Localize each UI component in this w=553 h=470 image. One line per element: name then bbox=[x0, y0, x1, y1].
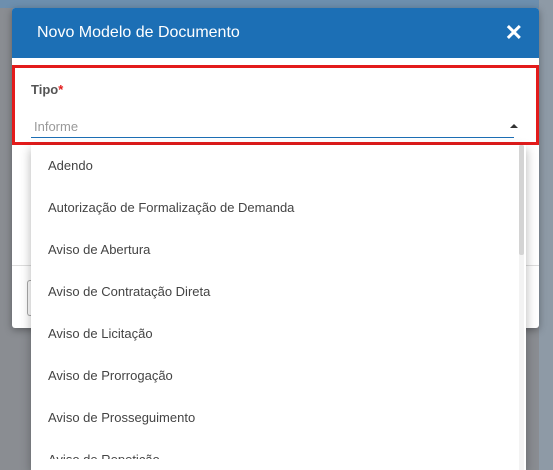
dropdown-option-aviso-licitacao[interactable]: Aviso de Licitação bbox=[31, 313, 526, 355]
tipo-field-label: Tipo* bbox=[31, 82, 63, 97]
tipo-label-text: Tipo bbox=[31, 82, 59, 97]
tipo-dropdown-list: Adendo Autorização de Formalização de De… bbox=[31, 145, 526, 470]
dropdown-option-aviso-contratacao-direta[interactable]: Aviso de Contratação Direta bbox=[31, 271, 526, 313]
caret-up-icon[interactable] bbox=[510, 124, 518, 128]
dropdown-scrollbar-thumb[interactable] bbox=[519, 145, 524, 255]
dropdown-option-aviso-prosseguimento[interactable]: Aviso de Prosseguimento bbox=[31, 397, 526, 439]
required-marker: * bbox=[58, 82, 64, 97]
dropdown-option-adendo[interactable]: Adendo bbox=[31, 145, 526, 187]
background-right-strip bbox=[539, 0, 553, 470]
dropdown-option-aviso-prorrogacao[interactable]: Aviso de Prorrogação bbox=[31, 355, 526, 397]
tipo-select-input[interactable] bbox=[31, 115, 514, 138]
close-icon[interactable]: ✕ bbox=[505, 22, 523, 44]
background-top-strip bbox=[0, 0, 553, 8]
dropdown-option-aviso-repeticao[interactable]: Aviso de Repetição bbox=[31, 439, 526, 459]
dropdown-option-aviso-abertura[interactable]: Aviso de Abertura bbox=[31, 229, 526, 271]
background-left-strip bbox=[0, 8, 12, 470]
dialog-header: Novo Modelo de Documento ✕ bbox=[12, 8, 539, 58]
dropdown-option-autorizacao[interactable]: Autorização de Formalização de Demanda bbox=[31, 187, 526, 229]
tipo-field-highlight: Tipo* bbox=[12, 65, 539, 145]
dialog-title: Novo Modelo de Documento bbox=[37, 24, 240, 41]
